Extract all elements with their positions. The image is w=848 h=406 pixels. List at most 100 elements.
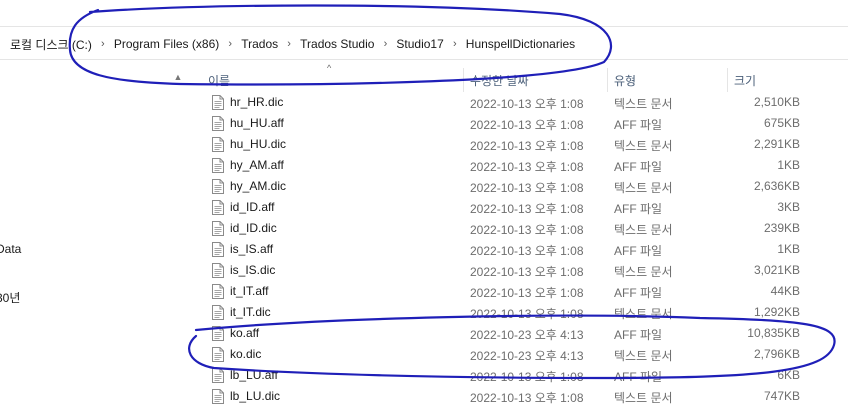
- text-file-icon: [212, 368, 224, 383]
- file-date: 2022-10-13 오후 1:08: [470, 139, 584, 153]
- file-type: AFF 파일: [614, 118, 663, 132]
- file-name[interactable]: ko.dic: [230, 347, 261, 361]
- file-name[interactable]: hy_AM.aff: [230, 158, 284, 172]
- breadcrumb-program-files[interactable]: Program Files (x86): [112, 37, 221, 51]
- file-row[interactable]: lb_LU.dic 2022-10-13 오후 1:08 텍스트 문서 747KB: [190, 386, 848, 406]
- text-file-icon: [212, 137, 224, 152]
- breadcrumb-trados-studio[interactable]: Trados Studio: [298, 37, 376, 51]
- file-row[interactable]: hy_AM.dic 2022-10-13 오후 1:08 텍스트 문서 2,636KB: [190, 176, 848, 197]
- file-row[interactable]: lb_LU.aff 2022-10-13 오후 1:08 AFF 파일 6KB: [190, 365, 848, 386]
- chevron-right-icon[interactable]: ›: [94, 38, 112, 50]
- file-type: 텍스트 문서: [614, 97, 673, 111]
- text-file-icon: [212, 158, 224, 173]
- file-size: 1KB: [777, 242, 800, 256]
- column-header-type[interactable]: 유형: [608, 68, 728, 92]
- breadcrumb-trados[interactable]: Trados: [239, 37, 280, 51]
- chevron-right-icon[interactable]: ›: [221, 38, 239, 50]
- text-file-icon: [212, 284, 224, 299]
- file-row[interactable]: id_ID.dic 2022-10-13 오후 1:08 텍스트 문서 239KB: [190, 218, 848, 239]
- column-header-date[interactable]: 수정한 날짜: [464, 68, 608, 92]
- nav-item-fragment[interactable]: 30년: [0, 289, 20, 306]
- file-type: 텍스트 문서: [614, 391, 673, 405]
- file-size: 10,835KB: [747, 326, 800, 340]
- text-file-icon: [212, 242, 224, 257]
- file-date: 2022-10-13 오후 1:08: [470, 97, 584, 111]
- file-name[interactable]: hu_HU.dic: [230, 137, 286, 151]
- scroll-up-icon[interactable]: ▲: [171, 72, 185, 84]
- file-row[interactable]: is_IS.aff 2022-10-13 오후 1:08 AFF 파일 1KB: [190, 239, 848, 260]
- file-size: 747KB: [763, 389, 800, 403]
- file-size: 2,291KB: [753, 137, 800, 151]
- file-type: 텍스트 문서: [614, 349, 673, 363]
- file-date: 2022-10-13 오후 1:08: [470, 181, 584, 195]
- chevron-right-icon[interactable]: ›: [446, 38, 464, 50]
- file-name[interactable]: ko.aff: [230, 326, 259, 340]
- text-file-icon: [212, 263, 224, 278]
- file-date: 2022-10-23 오후 4:13: [470, 328, 584, 342]
- file-size: 6KB: [777, 368, 800, 382]
- file-name[interactable]: lb_LU.dic: [230, 389, 280, 403]
- file-name[interactable]: is_IS.dic: [230, 263, 275, 277]
- file-size: 3,021KB: [753, 263, 800, 277]
- chevron-right-icon[interactable]: ›: [280, 38, 298, 50]
- file-row[interactable]: is_IS.dic 2022-10-13 오후 1:08 텍스트 문서 3,021KB: [190, 260, 848, 281]
- breadcrumb-hunspell-dictionaries[interactable]: HunspellDictionaries: [464, 37, 577, 51]
- text-file-icon: [212, 179, 224, 194]
- file-name[interactable]: id_ID.dic: [230, 221, 277, 235]
- file-name[interactable]: it_IT.dic: [230, 305, 271, 319]
- breadcrumb: 로컬 디스크 (C:) › Program Files (x86) › Trad…: [8, 34, 577, 54]
- file-type: 텍스트 문서: [614, 265, 673, 279]
- column-header-size[interactable]: 크기: [728, 68, 808, 92]
- file-date: 2022-10-13 오후 1:08: [470, 391, 584, 405]
- file-size: 1KB: [777, 158, 800, 172]
- file-row[interactable]: ko.aff 2022-10-23 오후 4:13 AFF 파일 10,835KB: [190, 323, 848, 344]
- file-type: AFF 파일: [614, 328, 663, 342]
- file-type: 텍스트 문서: [614, 307, 673, 321]
- file-row[interactable]: it_IT.dic 2022-10-13 오후 1:08 텍스트 문서 1,292KB: [190, 302, 848, 323]
- text-file-icon: [212, 305, 224, 320]
- file-name[interactable]: id_ID.aff: [230, 200, 274, 214]
- file-type: AFF 파일: [614, 370, 663, 384]
- chevron-right-icon[interactable]: ›: [376, 38, 394, 50]
- file-date: 2022-10-13 오후 1:08: [470, 244, 584, 258]
- file-date: 2022-10-13 오후 1:08: [470, 307, 584, 321]
- text-file-icon: [212, 200, 224, 215]
- text-file-icon: [212, 347, 224, 362]
- file-size: 2,796KB: [753, 347, 800, 361]
- file-date: 2022-10-13 오후 1:08: [470, 223, 584, 237]
- file-type: AFF 파일: [614, 244, 663, 258]
- file-row[interactable]: ko.dic 2022-10-23 오후 4:13 텍스트 문서 2,796KB: [190, 344, 848, 365]
- file-row[interactable]: hy_AM.aff 2022-10-13 오후 1:08 AFF 파일 1KB: [190, 155, 848, 176]
- file-date: 2022-10-13 오후 1:08: [470, 370, 584, 384]
- file-row[interactable]: it_IT.aff 2022-10-13 오후 1:08 AFF 파일 44KB: [190, 281, 848, 302]
- file-name[interactable]: it_IT.aff: [230, 284, 268, 298]
- file-name[interactable]: hr_HR.dic: [230, 95, 283, 109]
- breadcrumb-studio17[interactable]: Studio17: [394, 37, 445, 51]
- file-date: 2022-10-13 오후 1:08: [470, 265, 584, 279]
- nav-item-fragment[interactable]: Data: [0, 242, 21, 256]
- file-date: 2022-10-13 오후 1:08: [470, 118, 584, 132]
- file-explorer-window: 로컬 디스크 (C:) › Program Files (x86) › Trad…: [0, 0, 848, 406]
- text-file-icon: [212, 116, 224, 131]
- file-name[interactable]: is_IS.aff: [230, 242, 273, 256]
- file-date: 2022-10-23 오후 4:13: [470, 349, 584, 363]
- file-size: 2,636KB: [753, 179, 800, 193]
- file-type: 텍스트 문서: [614, 223, 673, 237]
- file-date: 2022-10-13 오후 1:08: [470, 286, 584, 300]
- text-file-icon: [212, 95, 224, 110]
- file-type: AFF 파일: [614, 286, 663, 300]
- file-name[interactable]: hu_HU.aff: [230, 116, 284, 130]
- file-row[interactable]: hr_HR.dic 2022-10-13 오후 1:08 텍스트 문서 2,510KB: [190, 92, 848, 113]
- file-name[interactable]: hy_AM.dic: [230, 179, 286, 193]
- file-type: AFF 파일: [614, 202, 663, 216]
- file-list: hr_HR.dic 2022-10-13 오후 1:08 텍스트 문서 2,510KB…: [190, 92, 848, 406]
- file-row[interactable]: hu_HU.dic 2022-10-13 오후 1:08 텍스트 문서 2,291KB: [190, 134, 848, 155]
- breadcrumb-local-disk[interactable]: 로컬 디스크 (C:): [8, 36, 94, 53]
- column-header-name[interactable]: 이름: [202, 68, 464, 92]
- file-name[interactable]: lb_LU.aff: [230, 368, 278, 382]
- file-size: 239KB: [763, 221, 800, 235]
- file-type: 텍스트 문서: [614, 181, 673, 195]
- file-size: 44KB: [770, 284, 800, 298]
- file-row[interactable]: hu_HU.aff 2022-10-13 오후 1:08 AFF 파일 675KB: [190, 113, 848, 134]
- file-row[interactable]: id_ID.aff 2022-10-13 오후 1:08 AFF 파일 3KB: [190, 197, 848, 218]
